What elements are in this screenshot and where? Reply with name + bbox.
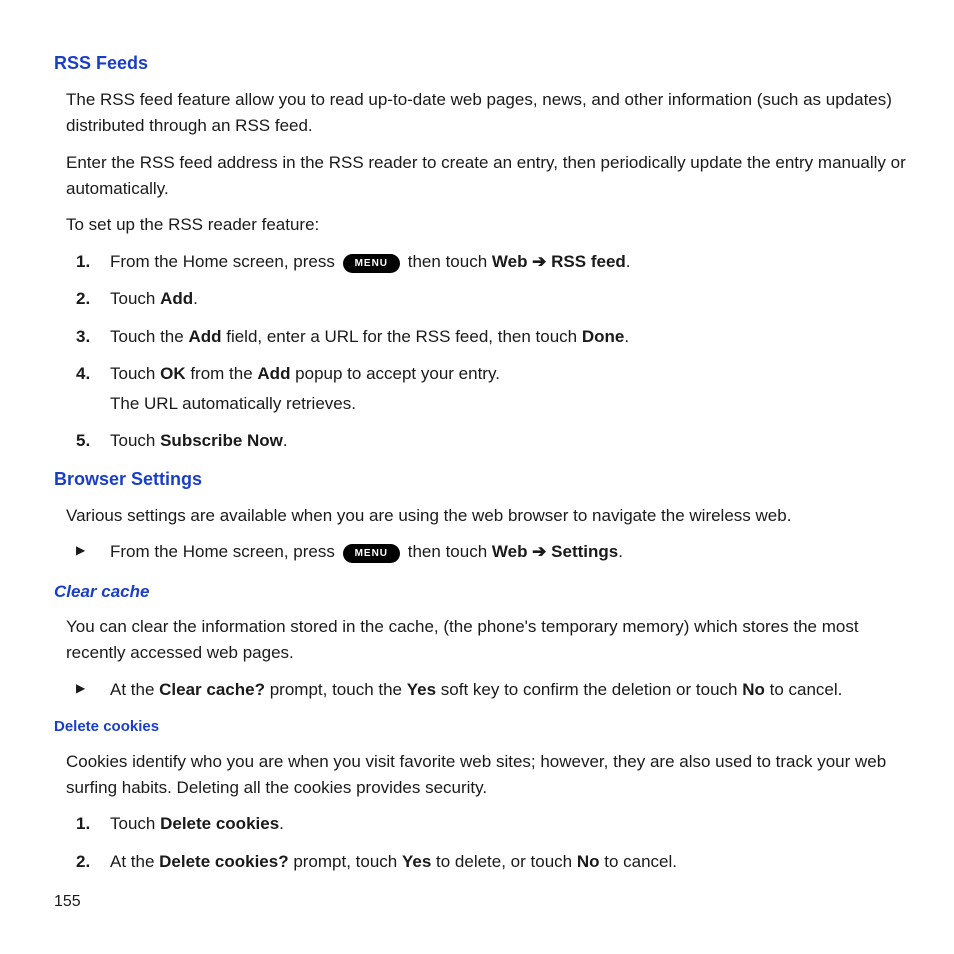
rss-intro-1: The RSS feed feature allow you to read u… xyxy=(66,87,906,140)
browser-bullet-1: From the Home screen, press MENU then to… xyxy=(66,539,906,565)
cache-intro: You can clear the information stored in … xyxy=(66,614,906,667)
heading-rss-feeds: RSS Feeds xyxy=(54,50,906,77)
text: prompt, touch xyxy=(289,852,402,871)
text-bold: Delete cookies? xyxy=(159,852,288,871)
text: Touch xyxy=(110,814,160,833)
text: then touch xyxy=(403,252,492,271)
text-bold: Done xyxy=(582,327,625,346)
rss-step-1: From the Home screen, press MENU then to… xyxy=(66,249,906,275)
text: field, enter a URL for the RSS feed, the… xyxy=(222,327,582,346)
text: soft key to confirm the deletion or touc… xyxy=(436,680,742,699)
text-bold: Yes xyxy=(402,852,431,871)
rss-setup-label: To set up the RSS reader feature: xyxy=(66,212,906,238)
text-bold: No xyxy=(742,680,765,699)
text-bold: Yes xyxy=(407,680,436,699)
arrow-icon: ➔ xyxy=(527,252,551,271)
menu-key-icon: MENU xyxy=(343,254,400,273)
text: Touch the xyxy=(110,327,188,346)
text-bold: Subscribe Now xyxy=(160,431,283,450)
cookies-steps: Touch Delete cookies. At the Delete cook… xyxy=(66,811,906,874)
text: then touch xyxy=(403,542,492,561)
cookies-step-2: At the Delete cookies? prompt, touch Yes… xyxy=(66,849,906,875)
text-bold: Web xyxy=(492,542,528,561)
heading-delete-cookies: Delete cookies xyxy=(54,716,906,739)
cookies-intro: Cookies identify who you are when you vi… xyxy=(66,749,906,802)
text-bold: RSS feed xyxy=(551,252,626,271)
rss-step-3: Touch the Add field, enter a URL for the… xyxy=(66,324,906,350)
text: popup to accept your entry. xyxy=(290,364,499,383)
text-bold: Add xyxy=(160,289,193,308)
rss-step-2: Touch Add. xyxy=(66,286,906,312)
heading-browser-settings: Browser Settings xyxy=(54,466,906,493)
text-bold: Settings xyxy=(551,542,618,561)
text-bold: Add xyxy=(188,327,221,346)
text-bold: Delete cookies xyxy=(160,814,279,833)
browser-intro: Various settings are available when you … xyxy=(66,503,906,529)
text: to delete, or touch xyxy=(431,852,577,871)
rss-steps: From the Home screen, press MENU then to… xyxy=(66,249,906,454)
text: From the Home screen, press xyxy=(110,252,340,271)
text: to cancel. xyxy=(765,680,843,699)
text: Touch xyxy=(110,289,160,308)
text: to cancel. xyxy=(600,852,678,871)
cookies-step-1: Touch Delete cookies. xyxy=(66,811,906,837)
page-number: 155 xyxy=(54,890,81,914)
text: At the xyxy=(110,852,159,871)
text: Touch xyxy=(110,431,160,450)
text: At the xyxy=(110,680,159,699)
text-bold: Clear cache? xyxy=(159,680,265,699)
rss-step-4: Touch OK from the Add popup to accept yo… xyxy=(66,361,906,416)
menu-key-icon: MENU xyxy=(343,544,400,563)
text-bold: OK xyxy=(160,364,186,383)
heading-clear-cache: Clear cache xyxy=(54,579,906,605)
cache-bullet-1: At the Clear cache? prompt, touch the Ye… xyxy=(66,677,906,703)
text: from the xyxy=(186,364,258,383)
text: prompt, touch the xyxy=(265,680,407,699)
rss-step-4-sub: The URL automatically retrieves. xyxy=(110,391,906,417)
text-bold: Add xyxy=(257,364,290,383)
rss-step-5: Touch Subscribe Now. xyxy=(66,428,906,454)
text: From the Home screen, press xyxy=(110,542,340,561)
text-bold: No xyxy=(577,852,600,871)
text: Touch xyxy=(110,364,160,383)
text-bold: Web xyxy=(492,252,528,271)
arrow-icon: ➔ xyxy=(527,542,551,561)
rss-intro-2: Enter the RSS feed address in the RSS re… xyxy=(66,150,906,203)
